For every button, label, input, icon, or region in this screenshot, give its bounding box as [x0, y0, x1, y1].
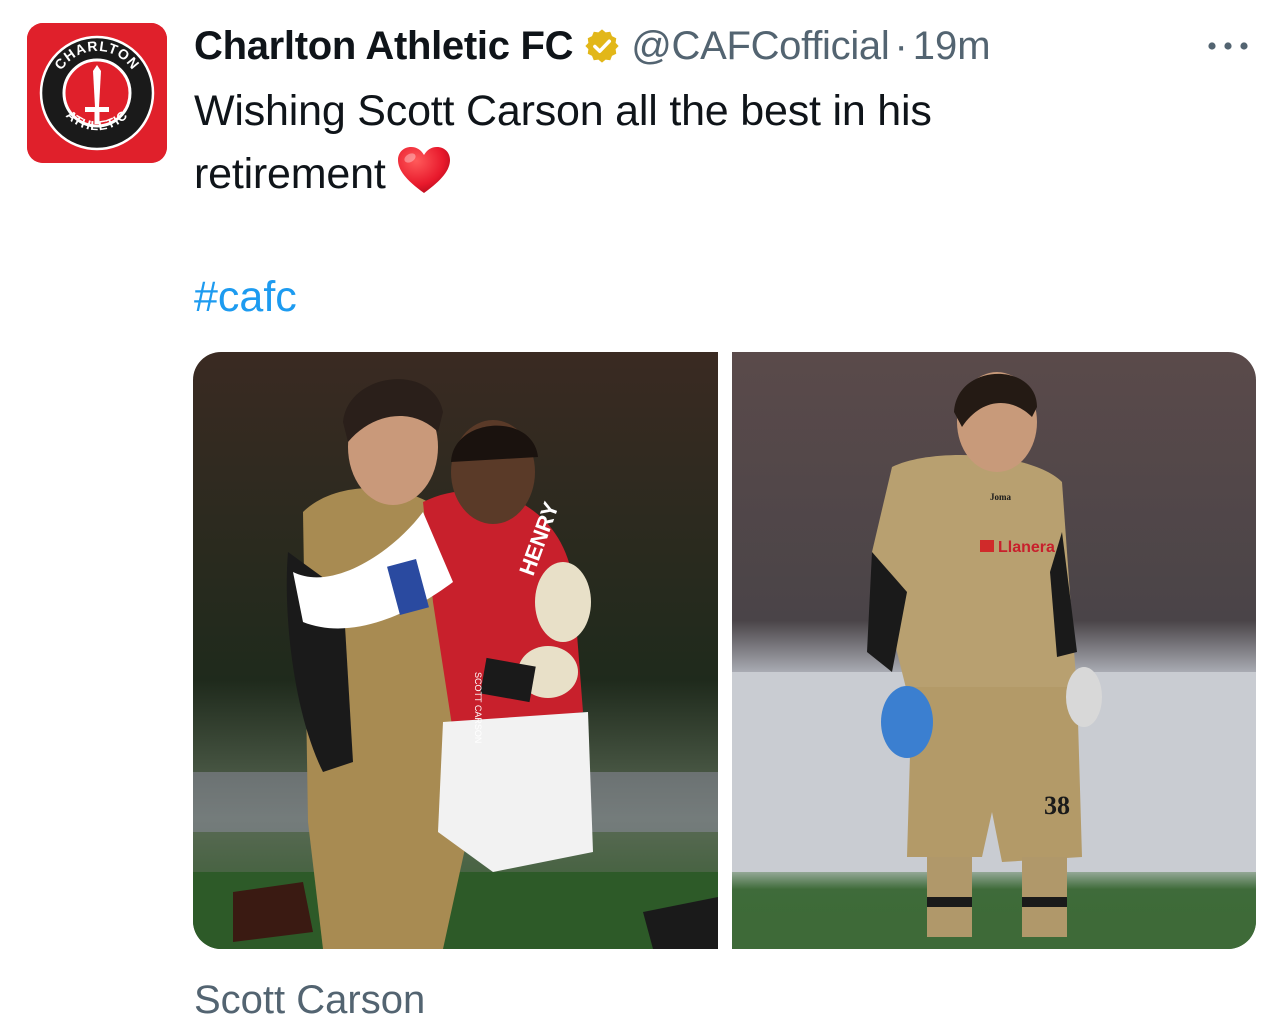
author-name[interactable]: Charlton Athletic FC — [194, 24, 573, 69]
shirt-sponsor-text: Llanera — [998, 539, 1055, 556]
tweet-text: Wishing Scott Carson all the best in his… — [194, 87, 932, 198]
tweet-timestamp[interactable]: 19m — [913, 24, 991, 69]
header-separator: · — [894, 23, 908, 68]
tweet-header: Charlton Athletic FC @CAFCofficial · 19m — [194, 18, 991, 74]
verified-badge-icon[interactable] — [583, 27, 621, 65]
profile-avatar[interactable]: CHARLTON ATHLETIC — [27, 23, 167, 163]
media-caption[interactable]: Scott Carson — [194, 978, 425, 1023]
tweet-body: Wishing Scott Carson all the best in his… — [194, 80, 1134, 206]
red-heart-emoji — [397, 147, 450, 193]
carson-standing-photo[interactable]: Llanera Joma 38 — [731, 352, 1257, 949]
charlton-crest-logo: CHARLTON ATHLETIC — [27, 23, 167, 163]
author-handle[interactable]: @CAFCofficial — [631, 24, 890, 69]
hashtag-link[interactable]: #cafc — [194, 266, 297, 329]
tweet-media-grid: HENRY SCOTT CARSON Llanera Joma 38 — [193, 352, 1256, 949]
more-options-icon[interactable] — [1203, 36, 1253, 56]
carson-henry-embrace-photo[interactable]: HENRY SCOTT CARSON — [193, 352, 718, 949]
shirt-number-text: 38 — [1044, 791, 1070, 820]
kit-brand-text: Joma — [990, 492, 1011, 502]
glove-text: SCOTT CARSON — [473, 672, 483, 743]
